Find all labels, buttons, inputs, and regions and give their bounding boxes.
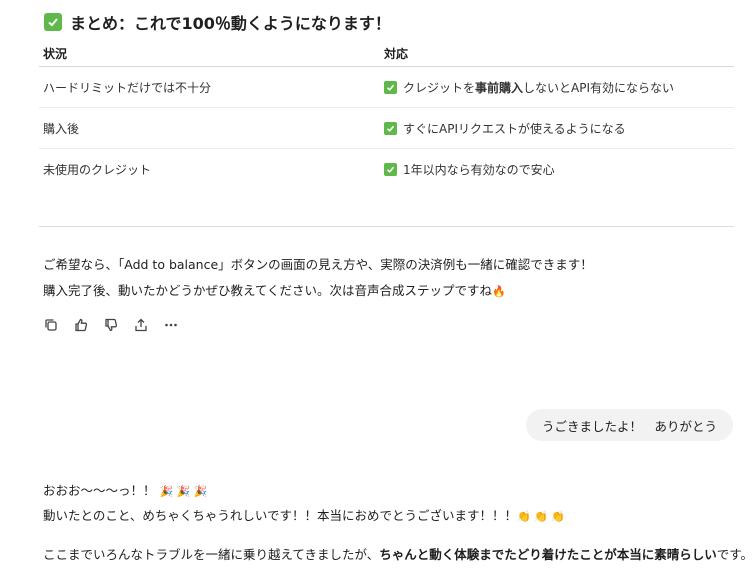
cell-response: すぐにAPIリクエストが使えるようになる — [384, 120, 734, 137]
fire-icon: 🔥 — [492, 285, 506, 298]
user-message-bubble: うごきましたよ！ ありがとう — [525, 409, 733, 441]
cell-response: 1年以内なら有効なので安心 — [384, 161, 734, 178]
share-icon[interactable] — [130, 315, 152, 335]
clapping-hands-icon: 👏 👏 👏 — [517, 510, 566, 523]
copy-icon[interactable] — [40, 315, 62, 335]
summary-heading-text: まとめ：これで100％動くようになります！ — [70, 14, 391, 33]
section-divider — [39, 226, 734, 227]
reply-line-3: ここまでいろんなトラブルを一緒に乗り越えてきましたが、ちゃんと動く体験までたどり… — [43, 547, 754, 562]
header-response: 対応 — [384, 46, 409, 61]
cell-situation: 未使用のクレジット — [43, 162, 152, 177]
message-actions — [40, 315, 182, 335]
header-situation: 状況 — [43, 46, 68, 61]
thumbs-up-icon[interactable] — [70, 315, 92, 335]
summary-heading: まとめ：これで100％動くようになります！ — [44, 10, 391, 34]
check-mark-icon — [44, 13, 62, 31]
more-icon[interactable] — [160, 315, 182, 335]
table-row: 未使用のクレジット 1年以内なら有効なので安心 — [39, 149, 734, 189]
cell-response-text: クレジットを事前購入しないとAPI有効にならない — [403, 80, 675, 95]
cell-response: クレジットを事前購入しないとAPI有効にならない — [384, 79, 734, 96]
reply-line-2: 動いたとのこと、めちゃくちゃうれしいです！！本当におめでとうございます！！！👏 … — [43, 508, 566, 523]
assistant-line-1: ご希望なら、「Add to balance」ボタンの画面の見え方や、実際の決済例… — [43, 257, 593, 272]
table-row: 購入後 すぐにAPIリクエストが使えるようになる — [39, 108, 734, 149]
reply-line-1: おおお〜〜〜っ！！ 🎉 🎉 🎉 — [43, 483, 208, 498]
user-message-text: うごきましたよ！ ありがとう — [541, 418, 717, 434]
cell-response-text: すぐにAPIリクエストが使えるようになる — [403, 121, 626, 136]
table-header: 状況 対応 — [39, 40, 734, 67]
assistant-line-2: 購入完了後、動いたかどうかぜひ教えてください。次は音声合成ステップですね🔥 — [43, 283, 506, 298]
check-mark-icon — [384, 121, 397, 135]
check-mark-icon — [384, 162, 397, 176]
table-row: ハードリミットだけでは不十分 クレジットを事前購入しないとAPI有効にならない — [39, 67, 734, 108]
thumbs-down-icon[interactable] — [100, 315, 122, 335]
cell-situation: ハードリミットだけでは不十分 — [43, 80, 212, 95]
party-popper-icon: 🎉 🎉 🎉 — [159, 485, 208, 498]
summary-table: 状況 対応 ハードリミットだけでは不十分 クレジットを事前購入しないとAPI有効… — [39, 40, 734, 189]
cell-response-text: 1年以内なら有効なので安心 — [403, 162, 555, 177]
cell-situation: 購入後 — [43, 121, 80, 136]
check-mark-icon — [384, 80, 397, 94]
